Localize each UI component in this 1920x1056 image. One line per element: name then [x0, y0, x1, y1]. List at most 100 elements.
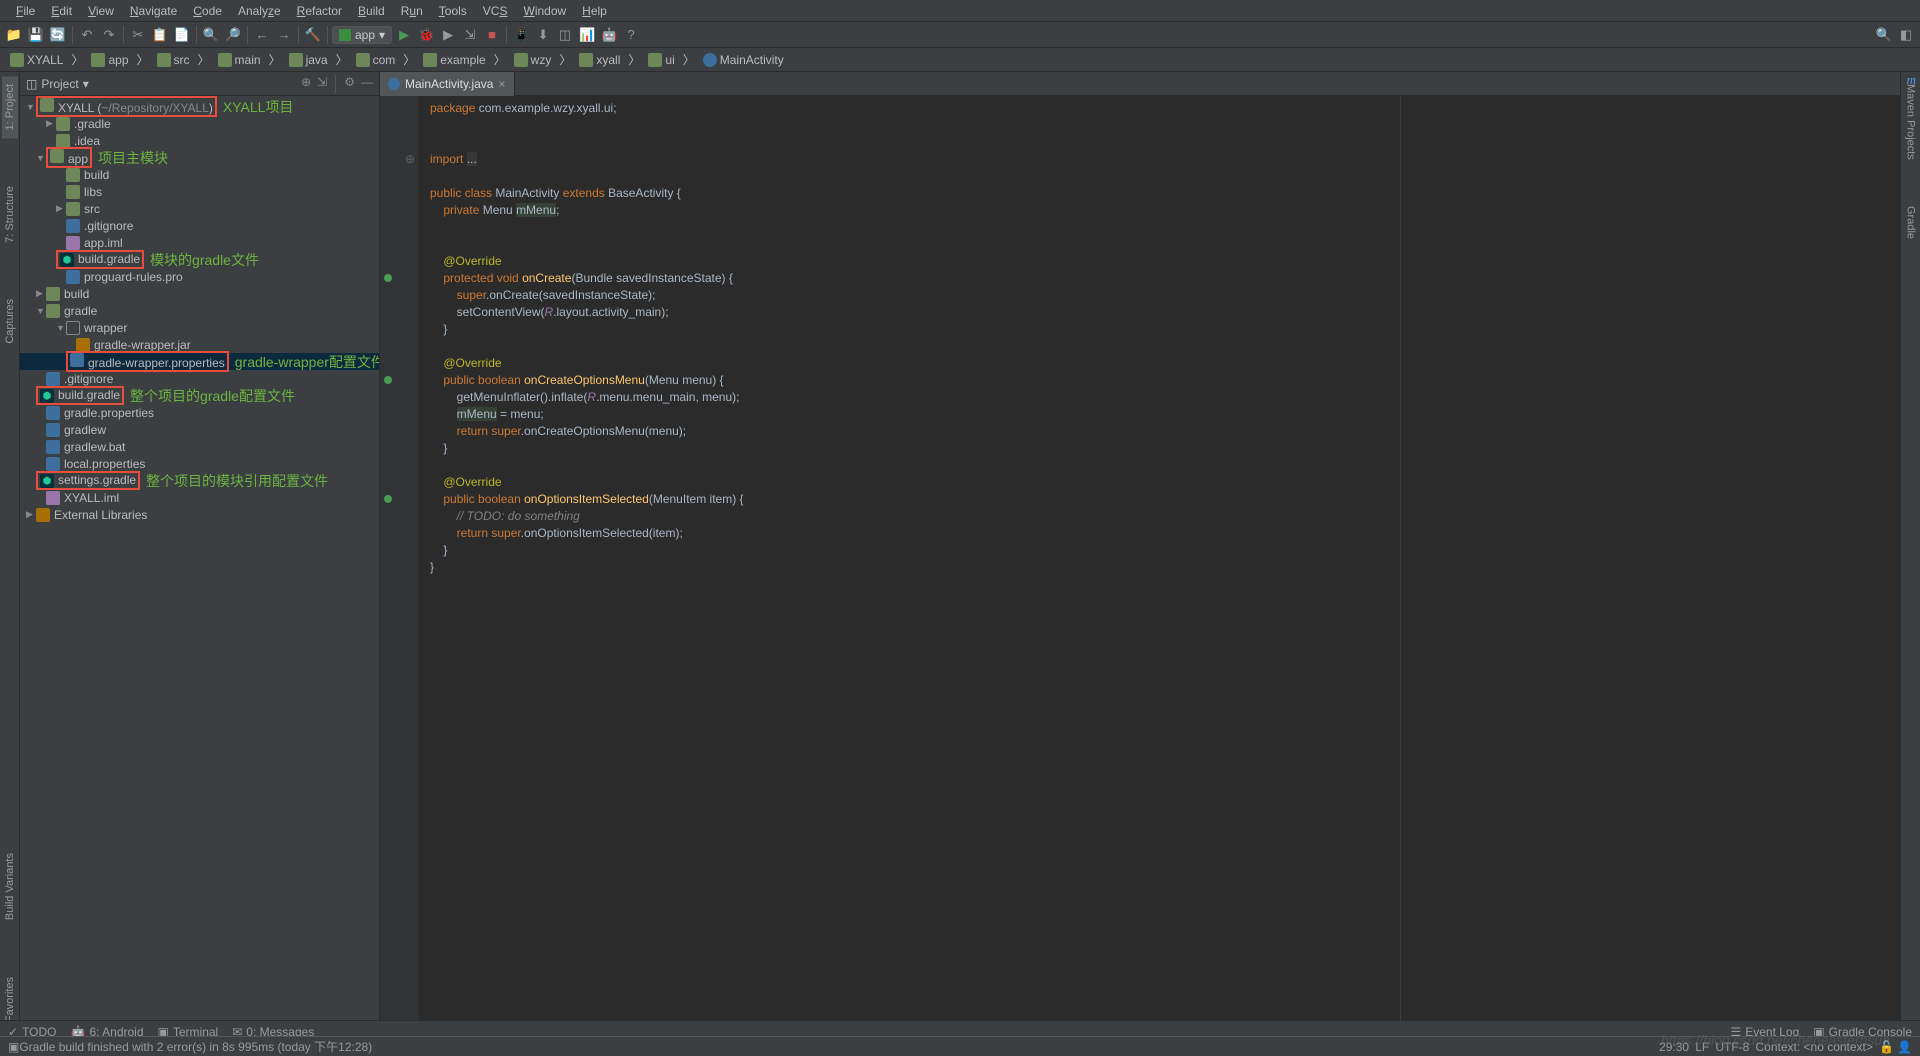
crumb-main[interactable]: main: [214, 52, 265, 68]
tab-build-variants[interactable]: Build Variants: [2, 845, 18, 928]
override-icon[interactable]: [384, 274, 392, 282]
forward-icon[interactable]: →: [274, 25, 294, 45]
tab-maven[interactable]: Maven Projects: [1903, 76, 1919, 168]
profile-icon[interactable]: ▶: [438, 25, 458, 45]
crumb-app[interactable]: app: [87, 52, 132, 68]
menu-code[interactable]: Code: [185, 2, 230, 20]
cut-icon[interactable]: ✂: [128, 25, 148, 45]
tree-build[interactable]: build: [20, 166, 379, 183]
crumb-example[interactable]: example: [419, 52, 489, 68]
menu-window[interactable]: Window: [515, 2, 574, 20]
crumb-java[interactable]: java: [285, 52, 332, 68]
find-icon[interactable]: 🔍: [201, 25, 221, 45]
override-icon[interactable]: [384, 495, 392, 503]
save-icon[interactable]: 💾: [26, 25, 46, 45]
paste-icon[interactable]: 📄: [172, 25, 192, 45]
tool-window-icon[interactable]: ▣: [8, 1040, 19, 1054]
menu-navigate[interactable]: Navigate: [122, 2, 185, 20]
stop-icon[interactable]: ■: [482, 25, 502, 45]
override-icon[interactable]: [384, 376, 392, 384]
debug-icon[interactable]: 🐞: [416, 25, 436, 45]
crumb-wzy[interactable]: wzy: [510, 52, 556, 68]
scroll-icon[interactable]: ⇲: [317, 75, 327, 93]
monitor-icon[interactable]: 📊: [577, 25, 597, 45]
menu-vcs[interactable]: VCS: [475, 2, 516, 20]
tree-gradle[interactable]: ▼gradle: [20, 302, 379, 319]
crumb-root[interactable]: XYALL: [6, 52, 67, 68]
tree-ext-libs[interactable]: ▶External Libraries: [20, 506, 379, 523]
tree-local-props[interactable]: local.properties: [20, 455, 379, 472]
collapse-icon[interactable]: ⊕: [301, 75, 311, 93]
crumb-ui[interactable]: ui: [644, 52, 678, 68]
menu-run[interactable]: Run: [393, 2, 431, 20]
tab-gradle[interactable]: Gradle: [1903, 198, 1919, 247]
menu-file[interactable]: File: [8, 2, 43, 20]
layout-icon[interactable]: ◫: [555, 25, 575, 45]
tree-gradle-dir[interactable]: ▶.gradle: [20, 115, 379, 132]
tree-root-gradle[interactable]: ⬢build.gradle整个项目的gradle配置文件: [20, 387, 379, 404]
right-margin-line: [1400, 96, 1401, 1042]
project-dropdown[interactable]: ▾: [83, 77, 89, 91]
project-icon: ◫: [26, 77, 37, 91]
project-tree: ▼XYALL (~/Repository/XYALL)XYALL项目 ▶.gra…: [20, 96, 379, 1042]
tree-src[interactable]: ▶src: [20, 200, 379, 217]
tab-project[interactable]: 1: Project: [2, 76, 18, 138]
editor[interactable]: ⊕ package com.example.wzy.xyall.ui; impo…: [380, 96, 1920, 1042]
menu-tools[interactable]: Tools: [431, 2, 475, 20]
tree-gitignore[interactable]: .gitignore: [20, 217, 379, 234]
android-icon[interactable]: 🤖: [599, 25, 619, 45]
breadcrumb: XYALL〉 app〉 src〉 main〉 java〉 com〉 exampl…: [0, 48, 1920, 72]
tree-gradle-props[interactable]: gradle.properties: [20, 404, 379, 421]
redo-icon[interactable]: ↷: [99, 25, 119, 45]
crumb-class[interactable]: MainActivity: [699, 52, 788, 68]
open-icon[interactable]: 📁: [4, 25, 24, 45]
tree-wrapper[interactable]: ▼wrapper: [20, 319, 379, 336]
menu-help[interactable]: Help: [574, 2, 615, 20]
run-icon[interactable]: ▶: [394, 25, 414, 45]
tree-root[interactable]: ▼XYALL (~/Repository/XYALL)XYALL项目: [20, 98, 379, 115]
menu-build[interactable]: Build: [350, 2, 393, 20]
menu-analyze[interactable]: Analyze: [230, 2, 289, 20]
tab-structure[interactable]: 7: Structure: [2, 178, 18, 251]
menu-view[interactable]: View: [80, 2, 122, 20]
tab-captures[interactable]: Captures: [2, 291, 18, 352]
search-icon[interactable]: 🔍: [1874, 25, 1894, 45]
copy-icon[interactable]: 📋: [150, 25, 170, 45]
man-icon[interactable]: 👤: [1897, 1040, 1912, 1054]
tree-gradlew-bat[interactable]: gradlew.bat: [20, 438, 379, 455]
crumb-xyall[interactable]: xyall: [575, 52, 624, 68]
tree-gradlew[interactable]: gradlew: [20, 421, 379, 438]
sync-icon[interactable]: 🔄: [48, 25, 68, 45]
tree-gitignore2[interactable]: .gitignore: [20, 370, 379, 387]
annot-module-gradle: 模块的gradle文件: [150, 250, 259, 270]
crumb-src[interactable]: src: [153, 52, 194, 68]
attach-icon[interactable]: ⇲: [460, 25, 480, 45]
crumb-com[interactable]: com: [352, 52, 400, 68]
make-icon[interactable]: 🔨: [303, 25, 323, 45]
tree-app[interactable]: ▼app项目主模块: [20, 149, 379, 166]
code-area[interactable]: package com.example.wzy.xyall.ui; import…: [420, 96, 1908, 1042]
sdk-icon[interactable]: ⬇: [533, 25, 553, 45]
hide-icon[interactable]: —: [361, 75, 373, 93]
replace-icon[interactable]: 🔎: [223, 25, 243, 45]
tree-wrapper-props[interactable]: gradle-wrapper.propertiesgradle-wrapper配…: [20, 353, 379, 370]
menu-refactor[interactable]: Refactor: [289, 2, 350, 20]
gear-icon[interactable]: ⚙: [344, 75, 355, 93]
back-icon[interactable]: ←: [252, 25, 272, 45]
tree-xyall-iml[interactable]: XYALL.iml: [20, 489, 379, 506]
annot-settings: 整个项目的模块引用配置文件: [146, 471, 328, 491]
tree-proguard[interactable]: proguard-rules.pro: [20, 268, 379, 285]
app-selector[interactable]: app▾: [332, 26, 392, 44]
tree-settings-gradle[interactable]: ⬢settings.gradle整个项目的模块引用配置文件: [20, 472, 379, 489]
menu-edit[interactable]: Edit: [43, 2, 80, 20]
help-icon[interactable]: ?: [621, 25, 641, 45]
tree-build-gradle[interactable]: ⬢build.gradle模块的gradle文件: [20, 251, 379, 268]
tree-libs[interactable]: libs: [20, 183, 379, 200]
editor-tab-main[interactable]: MainActivity.java×: [380, 72, 515, 96]
tree-build2[interactable]: ▶build: [20, 285, 379, 302]
avd-icon[interactable]: 📱: [511, 25, 531, 45]
close-tab-icon[interactable]: ×: [498, 77, 505, 91]
tree-app-iml[interactable]: app.iml: [20, 234, 379, 251]
undo-icon[interactable]: ↶: [77, 25, 97, 45]
settings-icon[interactable]: ◧: [1896, 25, 1916, 45]
